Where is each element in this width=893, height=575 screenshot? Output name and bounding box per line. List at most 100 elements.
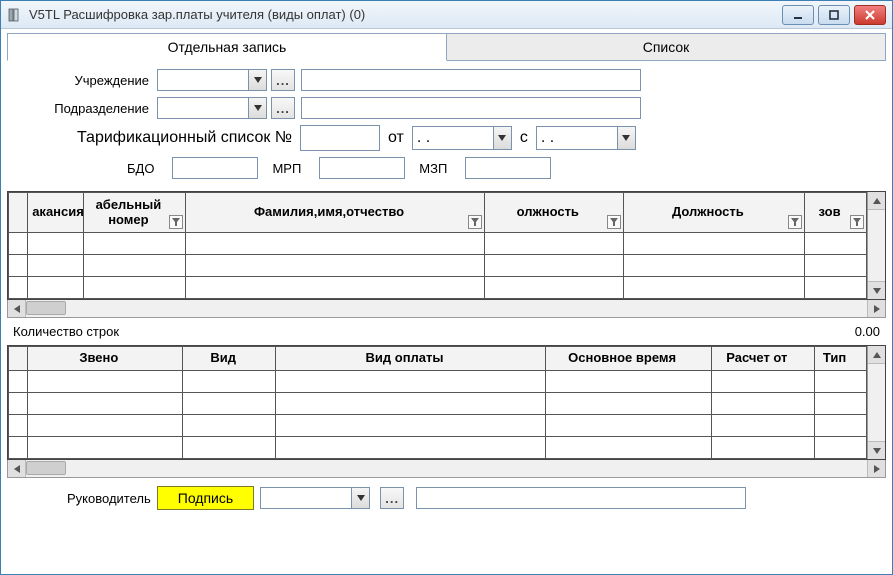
department-name-display xyxy=(301,97,641,119)
table-row[interactable] xyxy=(9,437,867,459)
filter-icon[interactable] xyxy=(850,215,864,229)
table-row[interactable] xyxy=(9,393,867,415)
window-buttons xyxy=(782,5,886,25)
scroll-down-icon[interactable] xyxy=(868,281,885,299)
combo-value: . . xyxy=(413,127,493,149)
grid1-container: акансия абельныйномер Фамилия,имя,отчест… xyxy=(7,191,886,318)
combo-value xyxy=(261,488,351,508)
label-institution: Учреждение xyxy=(27,73,157,88)
row-marker-header xyxy=(9,347,28,371)
combo-leader[interactable] xyxy=(260,487,370,509)
label-since: с xyxy=(520,129,528,147)
form-area: Учреждение ... Подразделение xyxy=(7,65,886,187)
combo-institution[interactable] xyxy=(157,69,267,91)
maximize-button[interactable] xyxy=(818,5,850,25)
scroll-track[interactable] xyxy=(868,210,885,281)
chevron-down-icon[interactable] xyxy=(248,98,266,118)
combo-date-since[interactable]: . . xyxy=(536,126,636,150)
rowcount-label: Количество строк xyxy=(13,324,119,339)
label-tariff-list: Тарификационный список № xyxy=(77,129,292,147)
app-icon xyxy=(7,7,23,23)
scroll-right-icon[interactable] xyxy=(867,460,885,477)
col-position-full[interactable]: Должность xyxy=(623,193,804,233)
tariff-number-input[interactable] xyxy=(300,125,380,151)
combo-value xyxy=(158,98,248,118)
grid2-vscroll[interactable] xyxy=(867,346,885,459)
row-tariff: Тарификационный список № от . . с . . xyxy=(77,125,878,151)
grid2[interactable]: Звено Вид Вид оплаты Основное время Расч… xyxy=(8,346,867,459)
tab-single-record[interactable]: Отдельная запись xyxy=(7,33,447,61)
combo-value: . . xyxy=(537,127,617,149)
grid1-hscroll[interactable] xyxy=(7,300,886,318)
chevron-down-icon[interactable] xyxy=(493,127,511,149)
col-fio[interactable]: Фамилия,имя,отчество xyxy=(186,193,485,233)
col-raschet-ot[interactable]: Расчет от xyxy=(711,347,815,371)
col-vid[interactable]: Вид xyxy=(183,347,276,371)
tab-list[interactable]: Список xyxy=(447,33,886,61)
mzp-input[interactable] xyxy=(465,157,551,179)
col-zov[interactable]: зов xyxy=(805,193,867,233)
chevron-down-icon[interactable] xyxy=(248,70,266,90)
leader-name-display xyxy=(416,487,746,509)
table-row[interactable] xyxy=(9,277,867,299)
tab-label: Список xyxy=(643,39,690,55)
table-row[interactable] xyxy=(9,255,867,277)
mrp-input[interactable] xyxy=(319,157,405,179)
filter-icon[interactable] xyxy=(468,215,482,229)
scroll-track[interactable] xyxy=(26,460,867,477)
combo-department[interactable] xyxy=(157,97,267,119)
filter-icon[interactable] xyxy=(169,215,183,229)
combo-date-from[interactable]: . . xyxy=(412,126,512,150)
scroll-left-icon[interactable] xyxy=(8,300,26,317)
col-tip[interactable]: Тип xyxy=(815,347,867,371)
bdo-input[interactable] xyxy=(172,157,258,179)
grid1[interactable]: акансия абельныйномер Фамилия,имя,отчест… xyxy=(8,192,867,299)
chevron-down-icon[interactable] xyxy=(351,488,369,508)
filter-icon[interactable] xyxy=(607,215,621,229)
tab-label: Отдельная запись xyxy=(168,39,287,55)
minimize-button[interactable] xyxy=(782,5,814,25)
sign-button[interactable]: Подпись xyxy=(157,486,254,510)
label-mrp: МРП xyxy=(272,161,305,176)
col-tabno[interactable]: абельныйномер xyxy=(83,193,185,233)
col-vacancy[interactable]: акансия xyxy=(28,193,83,233)
scroll-thumb[interactable] xyxy=(26,461,66,475)
table-row[interactable] xyxy=(9,415,867,437)
scroll-up-icon[interactable] xyxy=(868,192,885,210)
lookup-institution-button[interactable]: ... xyxy=(271,69,295,91)
label-mzp: МЗП xyxy=(419,161,451,176)
signer-row: Руководитель Подпись ... xyxy=(7,482,886,512)
filter-icon[interactable] xyxy=(788,215,802,229)
row-marker-header xyxy=(9,193,28,233)
scroll-track[interactable] xyxy=(868,364,885,441)
rowcount-value: 0.00 xyxy=(855,324,880,339)
label-from: от xyxy=(388,129,404,147)
close-button[interactable] xyxy=(854,5,886,25)
app-window: V5TL Расшифровка зар.платы учителя (виды… xyxy=(0,0,893,575)
col-zveno[interactable]: Звено xyxy=(27,347,182,371)
table-row[interactable] xyxy=(9,371,867,393)
table-row[interactable] xyxy=(9,233,867,255)
tabs: Отдельная запись Список xyxy=(7,33,886,61)
content-area: Отдельная запись Список Учреждение ... xyxy=(1,29,892,574)
row-money: БДО МРП МЗП xyxy=(127,157,878,179)
lookup-department-button[interactable]: ... xyxy=(271,97,295,119)
col-osn-vremya[interactable]: Основное время xyxy=(545,347,711,371)
chevron-down-icon[interactable] xyxy=(617,127,635,149)
col-vid-oplaty[interactable]: Вид оплаты xyxy=(276,347,545,371)
grid1-vscroll[interactable] xyxy=(867,192,885,299)
row-department: Подразделение ... xyxy=(27,97,878,119)
scroll-up-icon[interactable] xyxy=(868,346,885,364)
col-position-short[interactable]: олжность xyxy=(484,193,623,233)
institution-name-display xyxy=(301,69,641,91)
grid2-hscroll[interactable] xyxy=(7,460,886,478)
window-title: V5TL Расшифровка зар.платы учителя (виды… xyxy=(29,7,782,22)
scroll-thumb[interactable] xyxy=(26,301,66,315)
scroll-down-icon[interactable] xyxy=(868,441,885,459)
lookup-leader-button[interactable]: ... xyxy=(380,487,404,509)
label-bdo: БДО xyxy=(127,161,158,176)
label-leader: Руководитель xyxy=(67,491,151,506)
scroll-track[interactable] xyxy=(26,300,867,317)
scroll-left-icon[interactable] xyxy=(8,460,26,477)
scroll-right-icon[interactable] xyxy=(867,300,885,317)
